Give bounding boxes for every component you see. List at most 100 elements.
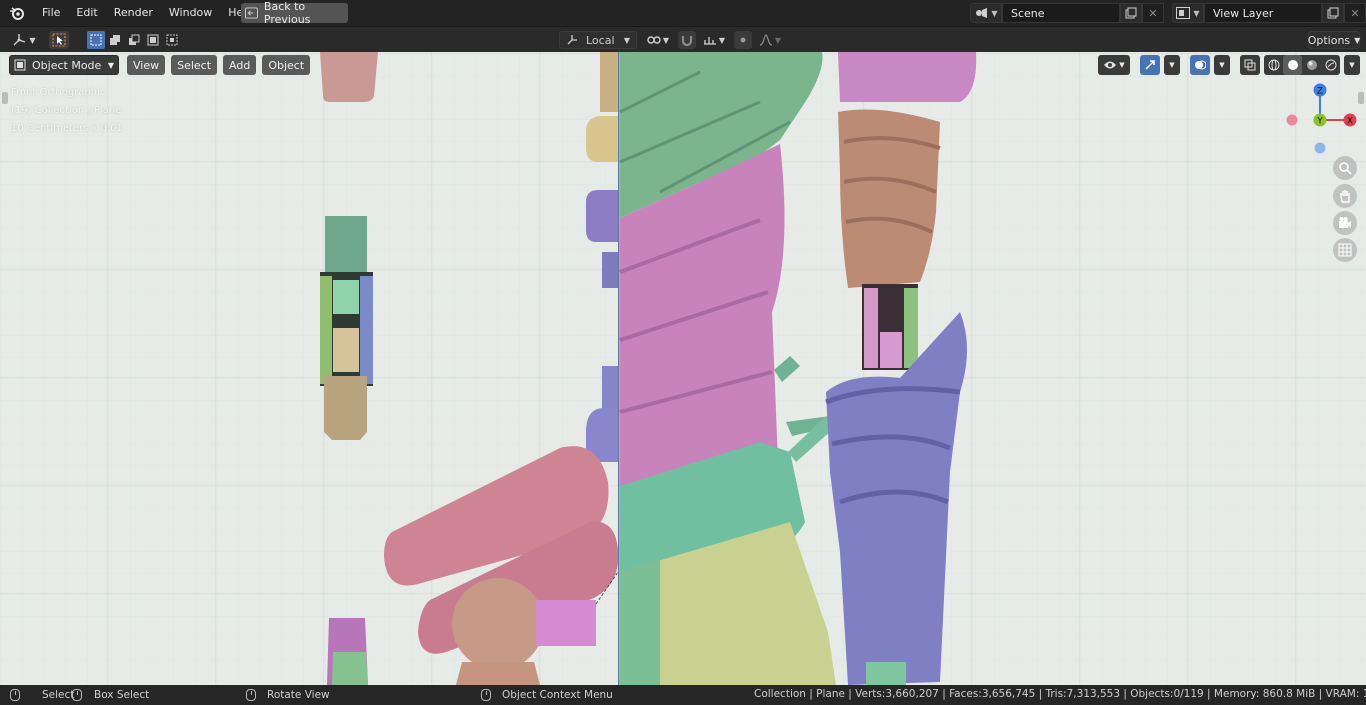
- blender-logo-icon[interactable]: [6, 2, 28, 24]
- status-select-hint: Select: [10, 688, 74, 702]
- shading-wireframe-button[interactable]: [1264, 55, 1283, 75]
- add-menu[interactable]: Add: [223, 55, 257, 75]
- purple-shoulder: [838, 52, 977, 102]
- top-bar: File Edit Render Window Help Back to Pre…: [0, 0, 1366, 26]
- toggle-perspective-button[interactable]: [1333, 238, 1357, 262]
- view-layer-browse-button[interactable]: ▼: [1172, 3, 1204, 23]
- visibility-dropdown[interactable]: ▼: [1098, 55, 1130, 75]
- select-extend-button[interactable]: [106, 31, 124, 49]
- rendered-sphere-icon: [1325, 59, 1336, 71]
- close-icon: ✕: [1350, 6, 1360, 20]
- select-subtract-button[interactable]: [125, 31, 143, 49]
- view-layer-icon: [1176, 7, 1191, 19]
- back-to-previous-button[interactable]: Back to Previous: [241, 0, 348, 26]
- pan-view-button[interactable]: [1333, 184, 1357, 208]
- chevron-down-icon: ▼: [774, 35, 782, 45]
- orientation-icon: [567, 35, 577, 45]
- select-menu[interactable]: Select: [171, 55, 218, 75]
- brown-forearm: [838, 109, 940, 289]
- object-mode-label: Object Mode: [32, 58, 102, 72]
- magnet-icon: [681, 36, 693, 46]
- grid-icon: [1338, 243, 1352, 257]
- sidebar-collapse-handle[interactable]: [1358, 92, 1364, 104]
- shading-mode-group: [1264, 55, 1340, 75]
- options-dropdown[interactable]: Options ▼: [1308, 31, 1360, 49]
- overlays-toggle[interactable]: [1190, 55, 1210, 75]
- menu-render[interactable]: Render: [108, 2, 159, 24]
- select-invert-icon: [147, 34, 159, 46]
- pivot-point-dropdown[interactable]: ▼: [644, 31, 672, 49]
- scene-new-button[interactable]: [1120, 3, 1142, 23]
- select-intersect-icon: [166, 34, 178, 46]
- snap-increment-icon: [703, 37, 716, 45]
- y-axis-label: Y: [1316, 117, 1323, 127]
- snap-toggle[interactable]: [678, 31, 696, 49]
- menu-edit[interactable]: Edit: [70, 2, 103, 24]
- view-layer-name-field[interactable]: View Layer: [1204, 3, 1322, 23]
- gizmo-toggle[interactable]: [1140, 55, 1160, 75]
- chevron-down-icon: ▼: [718, 35, 726, 45]
- gizmo-dropdown[interactable]: ▼: [1164, 55, 1180, 75]
- gizmo-icon: [1145, 60, 1155, 70]
- menu-file[interactable]: File: [36, 2, 66, 24]
- object-mode-dropdown[interactable]: Object Mode ▼: [9, 55, 119, 75]
- select-subtract-icon: [129, 34, 140, 45]
- chevron-down-icon: ▼: [623, 35, 630, 45]
- select-intersect-button[interactable]: [163, 31, 181, 49]
- proportional-editing-toggle[interactable]: [734, 31, 752, 49]
- 3d-viewport[interactable]: Object Mode ▼ View Select Add Object Fro…: [0, 52, 1366, 685]
- tool-header: ▼ Local ▼ ▼ ▼ ▼ Options ▼: [0, 26, 1366, 52]
- shading-solid-button[interactable]: [1283, 55, 1302, 75]
- collection-overlay: (19) Collection | Plane: [11, 105, 122, 116]
- object-menu[interactable]: Object: [262, 55, 311, 75]
- chevron-down-icon: ▼: [1193, 8, 1200, 18]
- scene-browse-button[interactable]: ▼: [970, 3, 1002, 23]
- shading-rendered-button[interactable]: [1321, 55, 1340, 75]
- scene-delete-button[interactable]: ✕: [1142, 3, 1164, 23]
- mouse-right-icon: [481, 689, 491, 701]
- mouse-left-icon: [10, 689, 20, 701]
- toolbar-collapse-handle[interactable]: [2, 92, 8, 104]
- overlays-dropdown[interactable]: ▼: [1214, 55, 1230, 75]
- z-axis-label: Z: [1317, 87, 1323, 97]
- snap-target-dropdown[interactable]: ▼: [700, 31, 728, 49]
- zoom-view-button[interactable]: [1333, 156, 1357, 180]
- shading-material-button[interactable]: [1302, 55, 1321, 75]
- navigation-gizmo[interactable]: Y Z X: [1282, 82, 1362, 154]
- close-icon: ✕: [1148, 6, 1158, 20]
- overlays-icon: [1195, 60, 1206, 70]
- tan-joint-ball: [452, 578, 544, 670]
- camera-icon: [1339, 217, 1351, 228]
- select-invert-button[interactable]: [144, 31, 162, 49]
- select-new-button[interactable]: [87, 31, 105, 49]
- transform-orientation-dropdown[interactable]: Local ▼: [559, 31, 637, 49]
- back-to-previous-label: Back to Previous: [263, 0, 311, 26]
- camera-view-button[interactable]: [1333, 211, 1357, 235]
- view-menu[interactable]: View: [127, 55, 166, 75]
- editor-type-dropdown[interactable]: ▼: [8, 31, 40, 49]
- view-layer-delete-button[interactable]: ✕: [1344, 3, 1366, 23]
- eye-icon: [1104, 61, 1117, 69]
- transform-orientation-label: Local: [586, 33, 615, 47]
- xray-toggle[interactable]: [1240, 55, 1260, 75]
- screen-back-icon: [245, 7, 258, 19]
- scene-name-field[interactable]: Scene: [1002, 3, 1120, 23]
- neg-x-axis-dot: [1286, 114, 1298, 126]
- status-bar: Select Box Select Rotate View Object Con…: [0, 685, 1366, 705]
- select-tool-button[interactable]: [49, 31, 69, 49]
- scene-selector-group: ▼ Scene ✕ ▼ View Layer ✕: [970, 3, 1366, 23]
- status-rotate-hint: Rotate View: [246, 688, 330, 702]
- status-box-select-label: Box Select: [94, 689, 150, 701]
- menu-window[interactable]: Window: [163, 2, 218, 24]
- 3d-viewport-icon: [13, 34, 26, 46]
- shading-dropdown[interactable]: ▼: [1344, 55, 1360, 75]
- tan-clasp-bottom: [324, 376, 367, 440]
- proportional-falloff-dropdown[interactable]: ▼: [756, 31, 784, 49]
- status-context-menu-hint: Object Context Menu: [481, 688, 613, 702]
- view-layer-new-button[interactable]: [1322, 3, 1344, 23]
- chevron-down-icon: ▼: [1169, 61, 1175, 69]
- viewport-header-right: ▼ ▼ ▼ ▼: [1098, 54, 1360, 76]
- hand-icon: [1340, 190, 1350, 203]
- mouse-drag-icon: [72, 689, 82, 701]
- object-mode-icon: [14, 59, 26, 71]
